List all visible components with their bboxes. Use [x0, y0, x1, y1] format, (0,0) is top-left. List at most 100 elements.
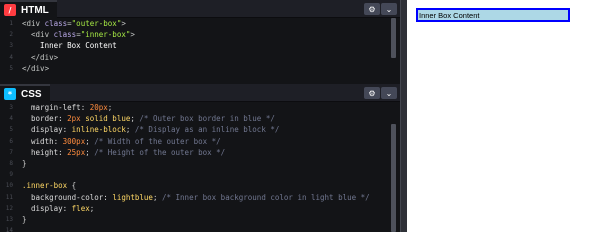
code-token: <div [31, 30, 54, 40]
code-token: display: [22, 203, 72, 213]
code-token: 2px [67, 114, 81, 124]
code-token: border: [22, 114, 68, 124]
code-token: </div> [31, 52, 59, 62]
line-content: } [22, 158, 27, 169]
line-number: 3 [9, 104, 13, 111]
code-token: } [22, 158, 27, 168]
line-number: 7 [9, 148, 13, 156]
code-token: ; [125, 125, 135, 135]
code-token: inline-block [71, 125, 126, 135]
line-content: display: inline-block; /* Display as an … [22, 124, 279, 135]
line-number: 14 [5, 227, 13, 235]
code-token: "inner-box" [80, 30, 131, 40]
code-token: flex [71, 203, 90, 213]
css-scrollbar[interactable] [391, 124, 396, 232]
outer-box: Inner Box Content [416, 8, 570, 22]
result-preview [407, 0, 600, 232]
css-tab[interactable]: * CSS [0, 84, 50, 102]
code-token: class [44, 19, 68, 28]
code-token: ; [89, 203, 95, 213]
code-token: "outer-box" [71, 19, 122, 28]
line-content: display: flex; [22, 203, 94, 214]
code-token: 300px [62, 136, 86, 146]
line-content: height: 25px; /* Height of the outer box… [22, 147, 225, 158]
line-number: 5 [9, 64, 13, 72]
code-token: </div> [22, 63, 50, 73]
line-number: 8 [9, 159, 13, 167]
code-token: background-color: [22, 192, 113, 202]
html-tab-label: HTML [21, 4, 49, 16]
inner-box: Inner Box Content [418, 10, 568, 20]
code-token: ; [152, 192, 162, 202]
line-number: 9 [9, 171, 13, 179]
line-content: </div> [22, 63, 49, 74]
code-token: width: [22, 136, 63, 146]
html-tab[interactable]: / HTML [0, 0, 57, 18]
code-line[interactable]: 4 </div> [0, 52, 390, 63]
code-token: solid blue [80, 114, 131, 124]
line-number: 12 [5, 204, 13, 212]
css-settings-button[interactable]: ⚙ [364, 87, 380, 99]
line-number: 6 [9, 137, 13, 145]
code-token: { [67, 181, 77, 191]
code-line[interactable]: 3 Inner Box Content [0, 40, 390, 51]
code-token: ; [107, 103, 113, 112]
code-token: /* Width of the outer box */ [94, 136, 221, 146]
code-token: ; [85, 147, 95, 157]
line-number: 3 [9, 42, 13, 50]
html-code-area[interactable]: 1 <div class="outer-box"> 2 <div class="in… [0, 18, 390, 84]
code-line[interactable]: 4 border: 2px solid blue; /* Outer box b… [0, 113, 390, 124]
code-token: /* Inner box background color in light b… [161, 192, 370, 202]
line-content: } [22, 214, 27, 225]
code-line[interactable]: 14 [0, 225, 390, 236]
code-editor-column: / HTML ⚙ ⌄ 1 <div class="outer-box"> 2 <di… [0, 0, 400, 234]
code-token: margin-left: [22, 103, 90, 112]
line-content: </div> [22, 52, 58, 63]
code-line[interactable]: 1 <div class="outer-box"> [0, 18, 390, 29]
code-line[interactable]: 12 display: flex; [0, 203, 390, 214]
code-line[interactable]: 7 height: 25px; /* Height of the outer b… [0, 147, 390, 158]
code-line[interactable]: 10 .inner-box { [0, 180, 390, 191]
code-token: > [130, 30, 135, 40]
html-panel-header: / HTML ⚙ ⌄ [0, 0, 400, 18]
line-content: background-color: lightblue; /* Inner bo… [22, 192, 370, 203]
code-line[interactable]: 5 display: inline-block; /* Display as a… [0, 124, 390, 135]
html-scrollbar[interactable] [391, 18, 396, 58]
css-tab-label: CSS [21, 88, 42, 100]
code-line[interactable]: 2 <div class="inner-box"> [0, 29, 390, 40]
css-panel-header: * CSS ⚙ ⌄ [0, 84, 400, 102]
code-token: display: [22, 125, 72, 135]
line-number: 4 [9, 115, 13, 123]
html-collapse-button[interactable]: ⌄ [381, 3, 397, 15]
line-number: 5 [9, 126, 13, 134]
code-line[interactable]: 5 </div> [0, 63, 390, 74]
code-line[interactable]: 8} [0, 158, 390, 169]
css-collapse-button[interactable]: ⌄ [381, 87, 397, 99]
line-content: Inner Box Content [22, 40, 117, 51]
css-code-area[interactable]: 3 margin-left: 20px; 4 border: 2px solid … [0, 102, 390, 234]
code-token: /* Outer box border in blue */ [139, 114, 275, 124]
css-icon: * [4, 88, 16, 100]
code-token: class [53, 30, 77, 40]
panel-resize-divider[interactable] [400, 0, 407, 232]
line-number: 13 [5, 215, 13, 223]
code-line[interactable]: 3 margin-left: 20px; [0, 102, 390, 113]
line-number: 2 [9, 31, 13, 39]
line-content: margin-left: 20px; [22, 102, 112, 113]
code-token: } [22, 214, 27, 224]
code-line[interactable]: 11 background-color: lightblue; /* Inner… [0, 192, 390, 203]
code-line[interactable]: 13} [0, 214, 390, 225]
line-content: border: 2px solid blue; /* Outer box bor… [22, 113, 275, 124]
code-token: /* Display as an inline block */ [134, 125, 280, 135]
code-token: > [121, 19, 126, 28]
code-token: .inner-box [22, 181, 68, 191]
line-content: <div class="outer-box"> [22, 18, 126, 29]
code-token: 20px [89, 103, 108, 112]
code-token: /* Height of the outer box */ [94, 147, 226, 157]
code-line[interactable]: 6 width: 300px; /* Width of the outer bo… [0, 136, 390, 147]
code-token: height: [22, 147, 68, 157]
code-line[interactable]: 9 [0, 169, 390, 180]
html-settings-button[interactable]: ⚙ [364, 3, 380, 15]
